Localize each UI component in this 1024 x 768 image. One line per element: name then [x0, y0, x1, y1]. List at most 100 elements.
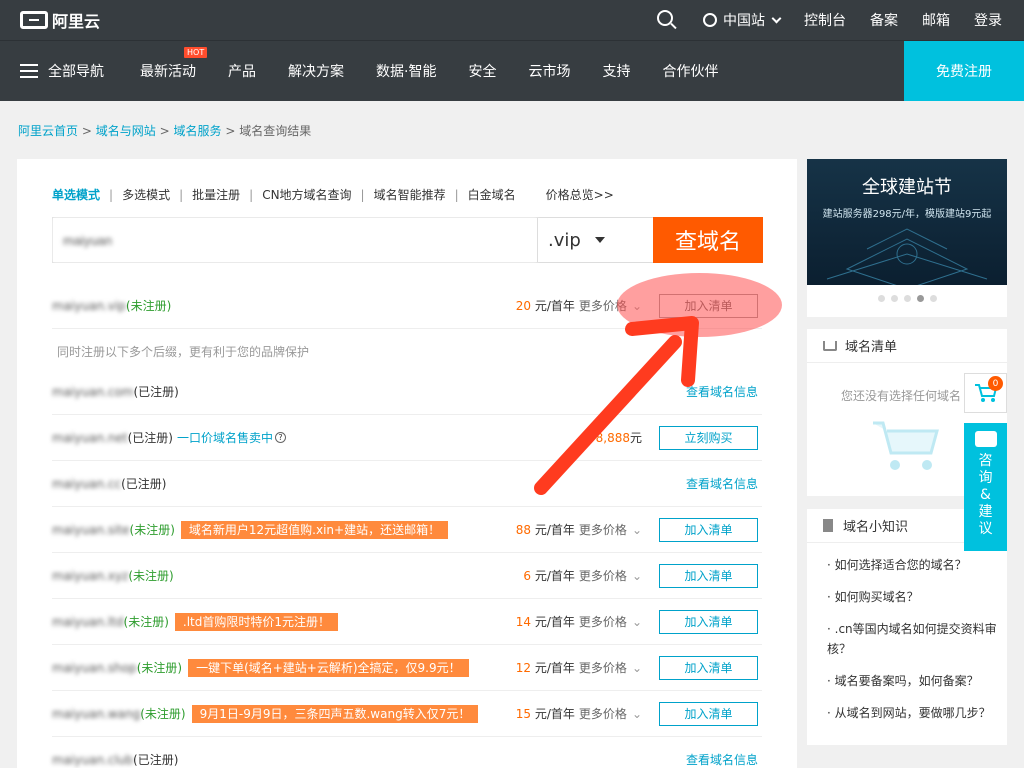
result-row: maiyuan.shop (未注册) 一键下单(域名+建站+云解析)全搞定，仅9.9…: [52, 645, 762, 691]
aliyun-logo[interactable]: 阿里云: [20, 8, 100, 32]
more-prices-toggle[interactable]: 更多价格: [579, 299, 642, 313]
globe-icon: [703, 13, 717, 27]
carousel-dots: [807, 295, 1007, 302]
price-info: 88 元/首年 更多价格: [516, 521, 642, 538]
carousel-dot-active[interactable]: [916, 295, 924, 302]
nav-item-activities[interactable]: 最新活动 HOT: [124, 47, 212, 81]
promo-tag[interactable]: 域名新用户12元超值购.xin+建站，还送邮箱！: [180, 520, 449, 539]
cart-empty-text: 您还没有选择任何域名: [841, 389, 962, 403]
domain-search-input[interactable]: [53, 218, 537, 262]
domain-name: maiyuan.vip: [52, 298, 126, 313]
tab-cn-local[interactable]: CN地方域名查询: [262, 186, 351, 203]
carousel-dot[interactable]: [877, 295, 885, 302]
domain-status: (已注册): [133, 385, 179, 399]
nav-item-partners[interactable]: 合作伙伴: [646, 61, 734, 81]
promo-banner[interactable]: 全球建站节 建站服务器298元/年，模版建站9元起: [807, 159, 1007, 285]
tip-link[interactable]: · 从域名到网站，要做哪几步？: [827, 703, 1007, 723]
more-prices-toggle[interactable]: 更多价格: [579, 615, 642, 629]
add-to-list-button[interactable]: 加入清单: [659, 609, 758, 634]
result-row: maiyuan.wang (未注册) 9月1日-9月9日，三条四声五数.wang转入…: [52, 691, 762, 737]
more-prices-toggle[interactable]: 更多价格: [579, 661, 642, 675]
primary-result-row: maiyuan.vip (未注册) 20 元/首年更多价格 加入清单: [52, 283, 762, 329]
nav-item-data[interactable]: 数据·智能: [360, 61, 452, 81]
suffix-dropdown[interactable]: .vip: [537, 218, 653, 262]
promo-tag[interactable]: 9月1日-9月9日，三条四声五数.wang转入仅7元！: [191, 704, 479, 723]
brand-protect-hint: 同时注册以下多个后缀，更有利于您的品牌保护: [57, 345, 310, 359]
view-whois-link[interactable]: 查看域名信息: [686, 475, 758, 492]
promo-tag[interactable]: 一键下单(域名+建站+云解析)全搞定，仅9.9元！: [188, 658, 469, 677]
view-whois-link[interactable]: 查看域名信息: [686, 751, 758, 768]
promo-tag[interactable]: .ltd首购限时特价1元注册！: [174, 612, 338, 631]
help-icon[interactable]: ?: [274, 432, 286, 443]
nav-item-solutions[interactable]: 解决方案: [272, 61, 360, 81]
nav-item-products[interactable]: 产品: [212, 61, 272, 81]
domain-status: (已注册): [133, 753, 179, 767]
carousel-dot[interactable]: [929, 295, 937, 302]
nav-item-support[interactable]: 支持: [586, 61, 646, 81]
add-to-list-button[interactable]: 加入清单: [659, 563, 758, 588]
consult-char: 询: [978, 470, 993, 486]
domain-name: maiyuan.club: [52, 752, 134, 767]
fixed-price-sale-link[interactable]: 一口价域名售卖中: [177, 429, 273, 446]
buy-now-button[interactable]: 立刻购买: [659, 425, 758, 450]
price-info: 12 元/首年 更多价格: [516, 659, 642, 676]
tip-link[interactable]: · 如何购买域名？: [827, 587, 1007, 607]
domain-name: maiyuan.net: [52, 430, 128, 445]
tip-link[interactable]: · 如何选择适合您的域名？: [827, 555, 1007, 575]
menu-icon: [20, 64, 38, 78]
consult-suggest-button[interactable]: 咨 询 & 建 议: [964, 423, 1007, 551]
nav-label: 最新活动: [140, 64, 196, 80]
mail-link[interactable]: 邮箱: [922, 10, 950, 30]
breadcrumb-sep: >: [81, 124, 92, 138]
tip-link[interactable]: · .cn等国内域名如何提交资料审核？: [827, 619, 1007, 659]
domain-search-panel: 单选模式 | 多选模式 | 批量注册 | CN地方域名查询 | 域名智能推荐 | 白金域名…: [17, 159, 797, 768]
carousel-dot[interactable]: [890, 295, 898, 302]
promo-banner-card: 全球建站节 建站服务器298元/年，模版建站9元起: [807, 159, 1007, 317]
price-info: 14 元/首年 更多价格: [516, 613, 642, 630]
beian-link[interactable]: 备案: [870, 10, 898, 30]
more-prices-toggle[interactable]: 更多价格: [579, 707, 642, 721]
domain-name: maiyuan.site: [52, 522, 130, 537]
tab-multi-mode[interactable]: 多选模式: [122, 186, 170, 203]
caret-down-icon: [594, 237, 605, 243]
logo-text: 阿里云: [52, 12, 101, 31]
nav-item-market[interactable]: 云市场: [512, 61, 586, 81]
view-whois-link[interactable]: 查看域名信息: [686, 383, 758, 400]
result-row: maiyuan.site (未注册) 域名新用户12元超值购.xin+建站，还送邮箱…: [52, 507, 762, 553]
more-prices-toggle[interactable]: 更多价格: [579, 569, 642, 583]
price-info: 20 元/首年 更多价格: [516, 297, 642, 314]
floating-cart-button[interactable]: 0: [964, 373, 1007, 413]
login-link[interactable]: 登录: [974, 10, 1002, 30]
document-icon: [823, 519, 833, 532]
tab-smart-recommend[interactable]: 域名智能推荐: [374, 186, 446, 203]
add-to-list-button[interactable]: 加入清单: [659, 293, 758, 318]
price-info: 15 元/首年 更多价格: [516, 705, 642, 722]
breadcrumb-domain-service[interactable]: 域名服务: [173, 124, 221, 138]
empty-cart-icon: [873, 421, 939, 470]
breadcrumb-domain-website[interactable]: 域名与网站: [96, 124, 156, 138]
tab-single-mode[interactable]: 单选模式: [52, 186, 100, 203]
domain-name: maiyuan.xyz: [52, 568, 129, 583]
free-register-button[interactable]: 免费注册: [904, 41, 1024, 101]
carousel-dot[interactable]: [903, 295, 911, 302]
all-nav-button[interactable]: 全部导航: [0, 61, 120, 81]
add-to-list-button[interactable]: 加入清单: [659, 701, 758, 726]
add-to-list-button[interactable]: 加入清单: [659, 655, 758, 680]
domain-status: (已注册): [127, 431, 173, 445]
chat-icon: [974, 431, 997, 447]
search-button[interactable]: [657, 10, 679, 30]
nav-item-security[interactable]: 安全: [452, 61, 512, 81]
console-link[interactable]: 控制台: [804, 10, 846, 30]
tip-link[interactable]: · 域名要备案吗，如何备案？: [827, 671, 1007, 691]
add-to-list-button[interactable]: 加入清单: [659, 517, 758, 542]
site-selector[interactable]: 中国站: [703, 10, 782, 30]
tab-platinum[interactable]: 白金域名: [468, 186, 516, 203]
logo-icon: [20, 11, 48, 29]
more-prices-toggle[interactable]: 更多价格: [579, 523, 642, 537]
hot-badge: HOT: [184, 47, 208, 58]
tab-batch-register[interactable]: 批量注册: [192, 186, 240, 203]
query-domain-button[interactable]: 查域名: [653, 217, 763, 263]
breadcrumb-home[interactable]: 阿里云首页: [18, 124, 78, 138]
price-overview-link[interactable]: 价格总览>>: [546, 186, 614, 203]
main-nav: 全部导航 最新活动 HOT 产品 解决方案 数据·智能 安全 云市场 支持 合作…: [0, 40, 1024, 101]
